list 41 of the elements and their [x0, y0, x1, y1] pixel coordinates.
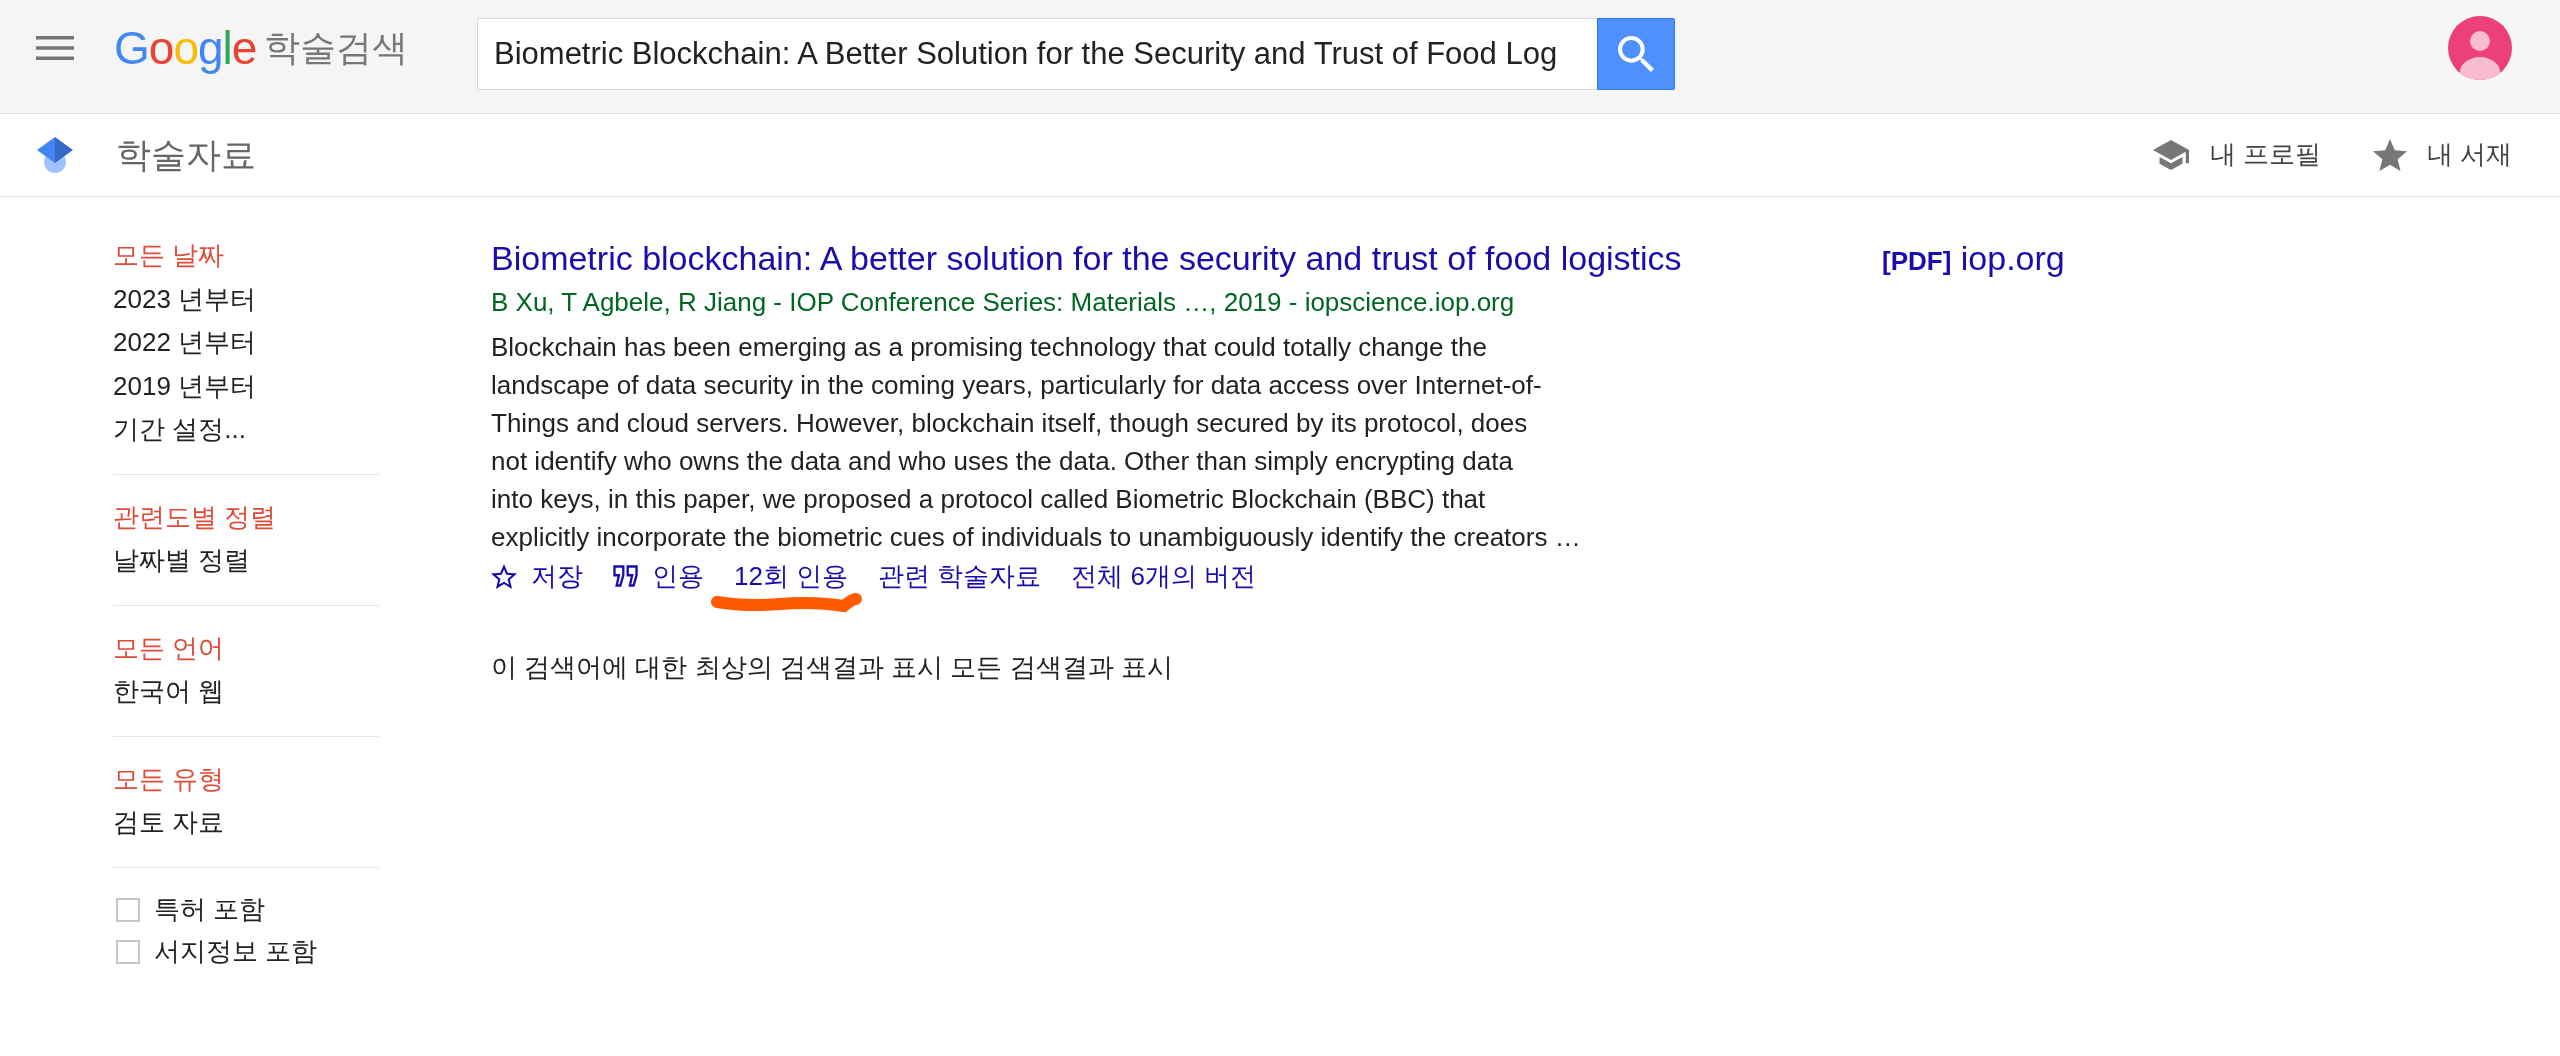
- action-link[interactable]: 12회 인용: [734, 557, 849, 595]
- search-field[interactable]: Biometric Blockchain: A Better Solution for the Security and Trust of Food Log: [477, 18, 1597, 90]
- product-name[interactable]: 학술검색: [264, 30, 409, 66]
- quote-icon: [613, 565, 638, 587]
- filter-link[interactable]: 2022 년부터: [113, 321, 379, 365]
- checkbox-label[interactable]: 서지정보 포함: [154, 935, 318, 970]
- result-snippet: Blockchain has been emerging as a promising technology that could totally change the landscape of data security in the coming years, particularly for data access over Internet-of-Things and cloud servers. However, blockchain itself, though secured by its protocol, does not identify who owns the data and who uses the data. Other than simply encrypting data into keys, in this paper, we proposed a protocol called Biometric Blockchain (BBC) that explicitly incorporate the biometric cues of individuals to unambiguously identify the creators …: [491, 331, 1582, 554]
- filter-link[interactable]: 검토 자료: [113, 801, 379, 845]
- show-all-results-link[interactable]: 모든 검색결과 표시: [950, 652, 1173, 682]
- checkbox[interactable]: [116, 940, 140, 965]
- save-link[interactable]: 저장: [491, 557, 583, 595]
- star-icon: [2372, 139, 2407, 171]
- library-link[interactable]: 내 서재: [2372, 139, 2512, 171]
- filter-link[interactable]: 모든 날짜: [113, 234, 379, 278]
- menu-icon[interactable]: [36, 36, 74, 60]
- profile-link[interactable]: 내 프로필: [2152, 139, 2321, 171]
- star-outline-icon: [491, 563, 517, 589]
- search-button[interactable]: [1597, 18, 1675, 90]
- filter-link[interactable]: 2019 년부터: [113, 364, 379, 408]
- filter-link[interactable]: 모든 유형: [113, 757, 379, 801]
- filter-link[interactable]: 날짜별 정렬: [113, 539, 379, 583]
- result-notice: 이 검색어에 대한 최상의 검색결과 표시 모든 검색결과 표시: [491, 651, 1173, 684]
- filter-link[interactable]: 한국어 웹: [113, 670, 379, 714]
- checkbox[interactable]: [116, 897, 140, 922]
- cite-link[interactable]: 인용: [613, 557, 704, 595]
- search-icon: [1618, 36, 1654, 72]
- filter-link[interactable]: 관련도별 정렬: [113, 495, 379, 539]
- action-link[interactable]: 관련 학술자료: [878, 557, 1042, 595]
- pdf-link[interactable]: [PDF] iop.org: [1882, 237, 2065, 282]
- filter-link[interactable]: 모든 언어: [113, 626, 379, 670]
- page-title: 학술자료: [116, 134, 256, 176]
- author-link[interactable]: R Jiang: [677, 287, 767, 317]
- action-link[interactable]: 전체 6개의 버전: [1071, 557, 1257, 595]
- avatar-icon[interactable]: [2448, 16, 2512, 80]
- filter-link[interactable]: 2023 년부터: [113, 277, 379, 321]
- author-line: B Xu, T Agbele, R Jiang - IOP Conference Series: Materials …, 2019 - iopscience.iop.org: [491, 286, 1515, 319]
- filter-link[interactable]: 기간 설정...: [113, 408, 379, 452]
- scholar-logo-icon[interactable]: [36, 136, 74, 174]
- result-title-link[interactable]: Biometric blockchain: A better solution for the security and trust of food logistics: [491, 237, 1682, 279]
- checkbox-label[interactable]: 특허 포함: [154, 892, 266, 927]
- mortarboard-icon: [2152, 140, 2189, 170]
